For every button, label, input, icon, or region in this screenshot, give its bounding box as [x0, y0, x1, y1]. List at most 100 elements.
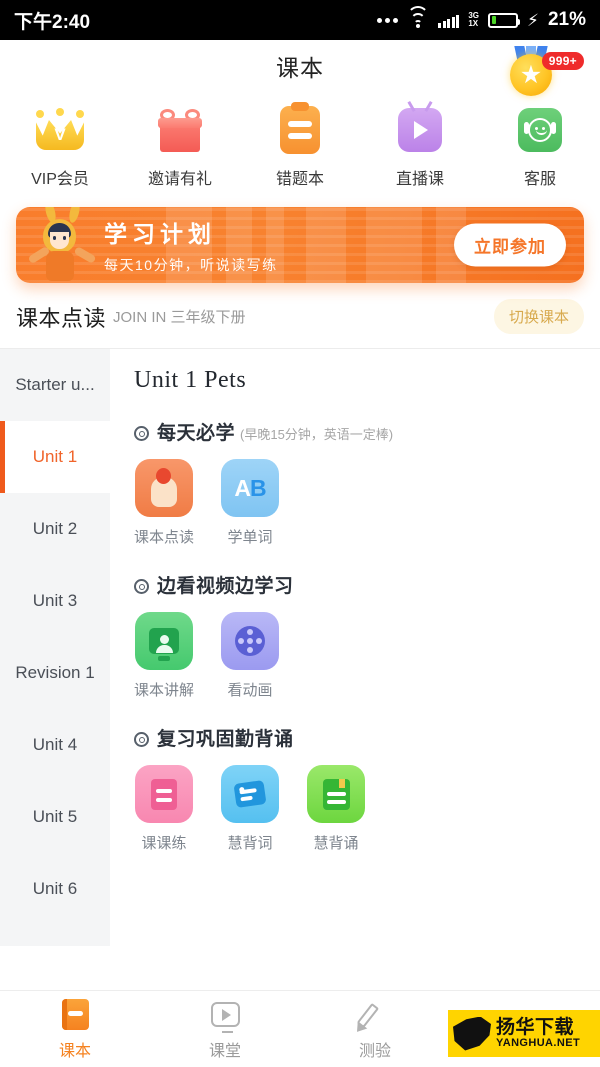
double-circle-icon [134, 426, 149, 441]
tab-textbook[interactable]: 课本 [0, 991, 150, 1067]
group-tiles: 课本点读 AB 学单词 [134, 459, 600, 547]
sidebar-item-label: Unit 5 [32, 807, 78, 826]
page-title: 课本 [276, 55, 324, 81]
tile-label: 课课练 [141, 835, 187, 852]
quick-action-invite[interactable]: 邀请有礼 [120, 104, 240, 189]
tile-recite-text[interactable]: 慧背诵 [306, 765, 366, 853]
charging-bolt-icon: ⚡ [527, 10, 539, 30]
textbook-section-header: 课本点读 JOIN IN 三年级下册 切换课本 [0, 295, 600, 349]
section-title: 课本点读 [16, 305, 107, 331]
group-header: 每天必学 (早晚15分钟，英语一定棒) [134, 418, 600, 445]
study-plan-banner[interactable]: 学习计划 每天10分钟，听说读写练 立即参加 [16, 207, 584, 283]
content-group-daily: 每天必学 (早晚15分钟，英语一定棒) 课本点读 AB 学单词 [134, 418, 600, 547]
sidebar-item-unit-5[interactable]: Unit 5 [0, 781, 110, 853]
gift-icon [154, 104, 206, 156]
more-dots-icon [377, 17, 399, 23]
worksheet-icon [135, 765, 193, 823]
banner-text-block: 学习计划 每天10分钟，听说读写练 [104, 215, 278, 275]
book-icon [58, 998, 92, 1032]
bunny-mascot-icon [27, 207, 97, 283]
quick-action-mistakes[interactable]: 错题本 [240, 102, 360, 189]
network-type-bottom: 1X [468, 19, 479, 28]
sidebar-item-label: Revision 1 [15, 663, 95, 682]
quick-action-live-class[interactable]: 直播课 [360, 100, 480, 189]
crown-letter: V [54, 125, 66, 144]
status-icons: 3G 1X ⚡ 21% [377, 6, 586, 31]
flashcard-icon [221, 765, 279, 823]
section-subtitle: JOIN IN 三年级下册 [113, 309, 246, 326]
banner-title: 学习计划 [104, 221, 216, 247]
tile-memorize-words[interactable]: 慧背词 [220, 765, 280, 853]
signal-bars-icon [438, 13, 460, 28]
sidebar-item-unit-6[interactable]: Unit 6 [0, 853, 110, 925]
battery-percent-label: 21% [547, 9, 586, 30]
status-bar: 下午2:40 3G 1X ⚡ 21% [0, 0, 600, 40]
tap-to-read-icon [135, 459, 193, 517]
join-now-button[interactable]: 立即参加 [454, 223, 566, 267]
sidebar-item-label: Starter u... [15, 375, 95, 394]
group-tiles: 课课练 慧背词 慧背诵 [134, 765, 600, 853]
wifi-icon [407, 6, 430, 28]
recite-book-icon [307, 765, 365, 823]
sidebar-item-unit-2[interactable]: Unit 2 [0, 493, 110, 565]
sidebar-item-unit-3[interactable]: Unit 3 [0, 565, 110, 637]
tile-watch-animation[interactable]: 看动画 [220, 612, 280, 700]
film-reel-icon [221, 612, 279, 670]
tile-lesson-practice[interactable]: 课课练 [134, 765, 194, 853]
quick-action-label: 直播课 [395, 171, 444, 188]
sidebar-item-label: Unit 1 [32, 447, 78, 466]
sidebar-item-label: Unit 4 [32, 735, 78, 754]
group-header: 复习巩固勤背诵 [134, 724, 600, 751]
teacher-monitor-icon [135, 612, 193, 670]
unit-sidebar[interactable]: Starter u... Unit 1 Unit 2 Unit 3 Revisi… [0, 349, 110, 946]
tile-label: 慧背诵 [313, 835, 359, 852]
content-group-video: 边看视频边学习 课本讲解 看动画 [134, 571, 600, 700]
quick-action-label: 邀请有礼 [147, 171, 212, 188]
tab-label: 测验 [358, 1042, 391, 1060]
double-circle-icon [134, 579, 149, 594]
classroom-monitor-icon [208, 998, 242, 1033]
group-note: (早晚15分钟，英语一定棒) [240, 427, 394, 442]
group-title: 每天必学 [157, 423, 236, 444]
quick-action-support[interactable]: 客服 [480, 104, 600, 189]
sidebar-item-starter[interactable]: Starter u... [0, 349, 110, 421]
crown-icon: V [34, 104, 86, 156]
tile-label: 看动画 [227, 682, 273, 699]
headset-support-icon [514, 104, 566, 156]
banner-building-decoration [366, 207, 422, 283]
double-circle-icon [134, 732, 149, 747]
medal-reward-button[interactable]: ★ 999+ [504, 46, 584, 96]
quick-action-label: VIP会员 [31, 171, 89, 188]
battery-icon [488, 12, 521, 28]
tab-label: 课堂 [208, 1042, 241, 1060]
tile-label: 慧背词 [227, 835, 273, 852]
sidebar-item-unit-1[interactable]: Unit 1 [0, 421, 110, 493]
clipboard-icon [274, 102, 326, 156]
watermark-en-label: YANGHUA.NET [496, 1036, 581, 1049]
tile-textbook-read[interactable]: 课本点读 [134, 459, 194, 547]
tab-classroom[interactable]: 课堂 [150, 991, 300, 1067]
quick-action-label: 错题本 [275, 171, 324, 188]
tile-textbook-explain[interactable]: 课本讲解 [134, 612, 194, 700]
ab-word-icon: AB [221, 459, 279, 517]
quick-action-label: 客服 [523, 171, 556, 188]
pencil-icon [355, 998, 392, 1032]
tile-learn-words[interactable]: AB 学单词 [220, 459, 280, 547]
unit-title: Unit 1 Pets [134, 367, 247, 393]
watermark-logo-icon [453, 1016, 491, 1051]
sidebar-item-unit-4[interactable]: Unit 4 [0, 709, 110, 781]
unit-browser: Starter u... Unit 1 Unit 2 Unit 3 Revisi… [0, 349, 600, 946]
sidebar-item-revision-1[interactable]: Revision 1 [0, 637, 110, 709]
site-watermark: 扬华下载 YANGHUA.NET [448, 1010, 600, 1057]
tab-quiz[interactable]: 测验 [300, 991, 450, 1067]
tv-play-icon [394, 100, 446, 156]
quick-action-vip[interactable]: V VIP会员 [0, 104, 120, 189]
tab-label: 课本 [58, 1042, 91, 1060]
tile-label: 课本讲解 [134, 682, 195, 699]
group-header: 边看视频边学习 [134, 571, 600, 598]
unit-content-panel: Unit 1 Pets 每天必学 (早晚15分钟，英语一定棒) 课本点读 AB … [110, 349, 600, 946]
switch-textbook-button[interactable]: 切换课本 [493, 299, 584, 334]
watermark-text: 扬华下载 YANGHUA.NET [496, 1017, 581, 1049]
group-title: 边看视频边学习 [157, 576, 294, 597]
group-title: 复习巩固勤背诵 [157, 729, 294, 750]
